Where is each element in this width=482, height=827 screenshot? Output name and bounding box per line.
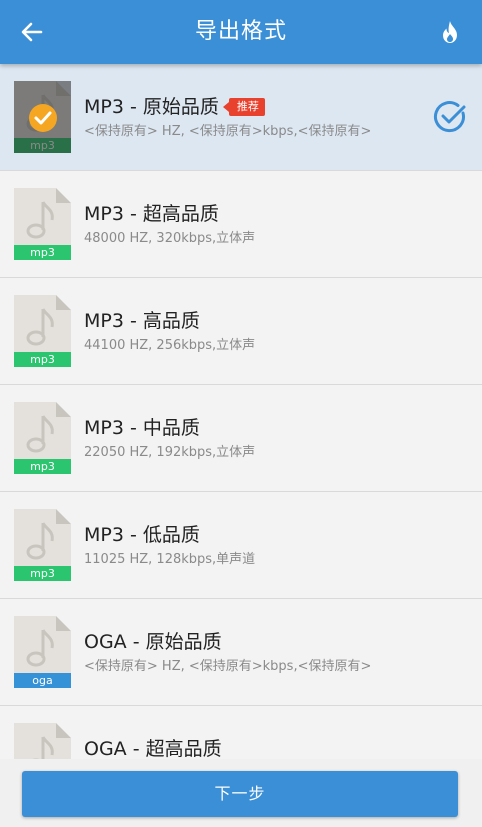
format-list: mp3 MP3 - 原始品质推荐 <保持原有> HZ, <保持原有>kbps,<… xyxy=(0,64,482,759)
format-subtitle: 22050 HZ, 192kbps,立体声 xyxy=(84,445,256,460)
audio-file-icon: oga xyxy=(14,723,71,759)
format-subtitle: 44100 HZ, 256kbps,立体声 xyxy=(84,338,256,353)
flame-icon xyxy=(443,21,457,43)
format-item-mp3-medium[interactable]: mp3 MP3 - 中品质 22050 HZ, 192kbps,立体声 xyxy=(0,385,482,492)
format-subtitle: 11025 HZ, 128kbps,单声道 xyxy=(84,552,256,567)
audio-file-icon: mp3 xyxy=(14,295,71,367)
audio-file-icon: oga xyxy=(14,616,71,688)
check-circle-icon xyxy=(433,101,466,133)
format-title: MP3 - 中品质 xyxy=(84,417,200,439)
music-note-icon xyxy=(26,201,54,239)
format-title: OGA - 原始品质 xyxy=(84,631,222,653)
music-note-icon xyxy=(26,308,54,346)
footer-bar: 下一步 xyxy=(0,759,482,827)
format-item-mp3-high[interactable]: mp3 MP3 - 高品质 44100 HZ, 256kbps,立体声 xyxy=(0,278,482,385)
next-step-button[interactable]: 下一步 xyxy=(22,771,458,817)
music-note-icon xyxy=(26,415,54,453)
format-subtitle: <保持原有> HZ, <保持原有>kbps,<保持原有> xyxy=(84,659,372,674)
music-note-icon xyxy=(26,522,54,560)
page-title: 导出格式 xyxy=(194,19,287,44)
format-title: MP3 - 原始品质 推荐 xyxy=(84,92,265,119)
format-item-mp3-low[interactable]: mp3 MP3 - 低品质 11025 HZ, 128kbps,单声道 xyxy=(0,492,482,599)
music-note-icon xyxy=(32,736,54,759)
audio-file-icon: mp3 xyxy=(14,509,71,581)
recommended-badge: 推荐 xyxy=(222,98,265,116)
audio-file-icon: mp3 xyxy=(14,188,71,260)
format-item-oga-ultra[interactable]: oga OGA - 超高品质 xyxy=(0,706,482,759)
format-subtitle: <保持原有> HZ, <保持原有>kbps,<保持原有> xyxy=(84,124,372,139)
format-item-oga-original[interactable]: oga OGA - 原始品质 <保持原有> HZ, <保持原有>kbps,<保持… xyxy=(0,599,482,706)
format-title: OGA - 超高品质 xyxy=(84,738,222,759)
format-title: MP3 - 高品质 xyxy=(84,310,200,332)
audio-file-icon: mp3 xyxy=(14,402,71,474)
audio-file-icon: mp3 xyxy=(14,81,71,153)
app-header: 导出格式 xyxy=(0,0,482,64)
selected-check-icon xyxy=(29,104,57,132)
format-title: MP3 - 低品质 xyxy=(84,524,200,546)
format-title: MP3 - 超高品质 xyxy=(84,203,219,225)
format-item-mp3-ultra[interactable]: mp3 MP3 - 超高品质 48000 HZ, 320kbps,立体声 xyxy=(0,171,482,278)
format-item-mp3-original[interactable]: mp3 MP3 - 原始品质推荐 <保持原有> HZ, <保持原有>kbps,<… xyxy=(0,64,482,171)
flame-button[interactable] xyxy=(434,16,466,48)
music-note-icon xyxy=(26,629,54,667)
format-subtitle: 48000 HZ, 320kbps,立体声 xyxy=(84,231,256,246)
